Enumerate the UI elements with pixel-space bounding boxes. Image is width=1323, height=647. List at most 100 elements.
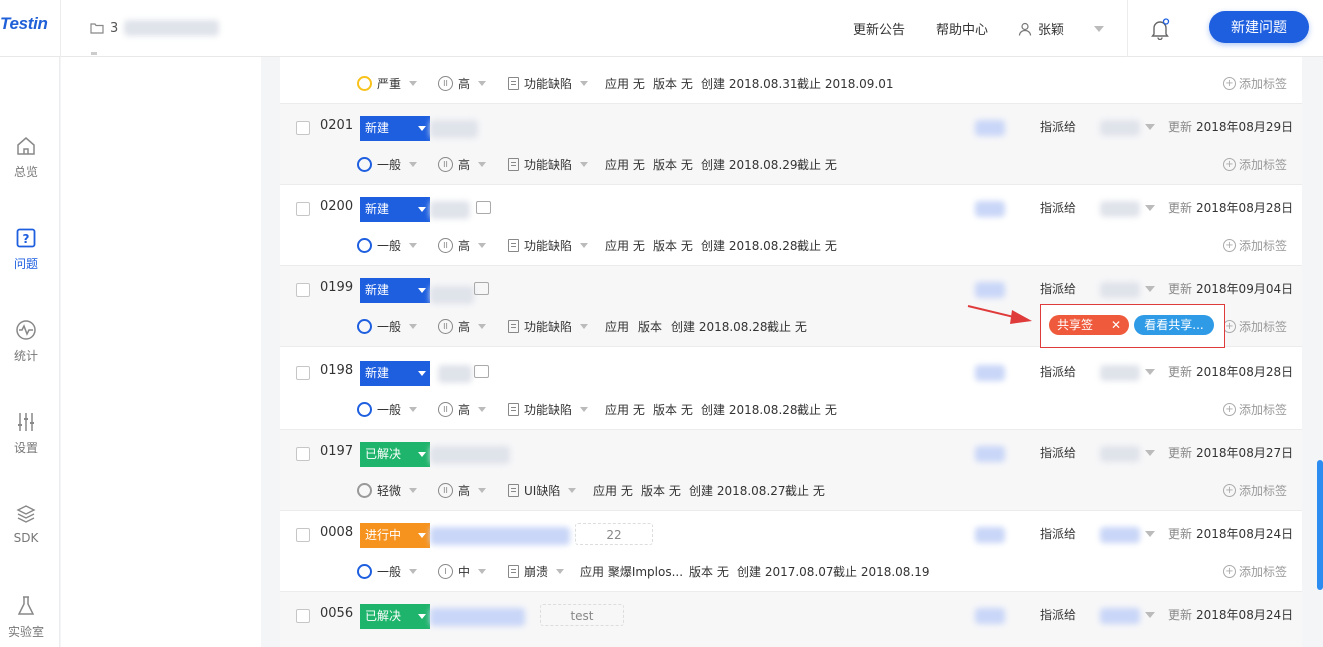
severity-dropdown[interactable]: 一般 (357, 237, 418, 254)
nav-label: 设置 (13, 441, 38, 455)
image-attachment-icon[interactable] (476, 201, 491, 214)
scrollbar[interactable] (1317, 460, 1323, 590)
status-dropdown[interactable]: 已解决 (360, 442, 430, 467)
add-tag-button[interactable]: + 添加标签 (1223, 563, 1287, 580)
reporter-redacted (975, 608, 1005, 624)
row-checkbox[interactable] (296, 528, 310, 542)
issue-title-redacted[interactable] (438, 365, 472, 383)
issue-title-redacted[interactable] (430, 608, 525, 626)
assignee-redacted[interactable] (1100, 446, 1140, 462)
severity-circle-icon (357, 238, 372, 253)
add-tag-button[interactable]: + 添加标签 (1223, 75, 1287, 92)
assignee-redacted[interactable] (1100, 120, 1140, 136)
close-icon[interactable]: ✕ (1111, 315, 1121, 335)
view-shared-tag[interactable]: 看看共享... (1134, 315, 1214, 335)
category-dropdown[interactable]: 功能缺陷 (508, 318, 589, 335)
assignee-redacted[interactable] (1100, 527, 1140, 543)
chevron-down-icon[interactable] (1145, 531, 1155, 537)
add-tag-button[interactable]: + 添加标签 (1223, 156, 1287, 173)
status-dropdown[interactable]: 新建 (360, 361, 430, 386)
severity-dropdown[interactable]: 一般 (357, 318, 418, 335)
status-dropdown[interactable]: 进行中 (360, 523, 430, 548)
issue-title-redacted[interactable] (430, 120, 478, 138)
add-tag-button[interactable]: + 添加标签 (1223, 401, 1287, 418)
row-checkbox[interactable] (296, 447, 310, 461)
add-tag-button[interactable]: + 添加标签 (1223, 482, 1287, 499)
issue-row[interactable]: 0197 已解决 指派给 更新 2018年08月27日 轻微 II 高 UI缺陷 应… (280, 430, 1302, 511)
priority-dropdown[interactable]: I中 (438, 563, 487, 580)
nav-item-sdk[interactable]: SDK (0, 503, 52, 545)
priority-dropdown[interactable]: II 高 (438, 482, 487, 499)
add-tag-button[interactable]: + 添加标签 (1223, 237, 1287, 254)
chevron-down-icon[interactable] (1145, 612, 1155, 618)
assign-label: 指派给 (1040, 446, 1077, 460)
document-icon (508, 239, 519, 252)
category-dropdown[interactable]: 功能缺陷 (508, 75, 589, 92)
issue-row[interactable]: 0008 进行中 22 指派给 更新 2018年08月24日 一般 I中 崩溃 应… (280, 511, 1302, 592)
chevron-down-icon[interactable] (1145, 450, 1155, 456)
issue-row[interactable]: 0198 新建 指派给 更新 2018年08月28日 一般 II 高 功能缺陷 应用… (280, 349, 1302, 430)
project-selector[interactable]: 3 (90, 20, 220, 36)
priority-dropdown[interactable]: II 高 (438, 156, 487, 173)
status-dropdown[interactable]: 新建 (360, 116, 430, 141)
status-dropdown[interactable]: 新建 (360, 278, 430, 303)
chevron-down-icon[interactable] (1145, 369, 1155, 375)
issue-row[interactable]: 严重 II 高 功能缺陷 应用 无 版本 无 创建 2018.08.31 截止 2… (280, 57, 1302, 104)
severity-dropdown[interactable]: 一般 (357, 156, 418, 173)
plus-icon: + (1223, 158, 1236, 171)
user-menu[interactable]: 张颖 (1018, 19, 1105, 38)
priority-dropdown[interactable]: II 高 (438, 75, 487, 92)
priority-dropdown[interactable]: II 高 (438, 237, 487, 254)
row-checkbox[interactable] (296, 366, 310, 380)
severity-dropdown[interactable]: 轻微 (357, 482, 418, 499)
bell-icon[interactable] (1150, 18, 1170, 40)
row-checkbox[interactable] (296, 121, 310, 135)
nav-item-settings[interactable]: 设置 (0, 411, 52, 456)
chevron-down-icon[interactable] (1145, 286, 1155, 292)
chevron-down-icon[interactable] (1145, 205, 1155, 211)
category-dropdown[interactable]: 崩溃 (508, 563, 565, 580)
issue-title-redacted[interactable] (430, 201, 470, 219)
category-dropdown[interactable]: 功能缺陷 (508, 237, 589, 254)
severity-dropdown[interactable]: 一般 (357, 563, 418, 580)
help-center-link[interactable]: 帮助中心 (936, 19, 988, 38)
assignee-redacted[interactable] (1100, 608, 1140, 624)
new-issue-button[interactable]: 新建问题 (1209, 11, 1309, 43)
issue-row[interactable]: 0056 已解决 test 指派给 更新 2018年08月24日 (280, 592, 1302, 647)
priority-dropdown[interactable]: II 高 (438, 401, 487, 418)
issue-title-redacted[interactable] (430, 527, 570, 545)
assignee-redacted[interactable] (1100, 282, 1140, 298)
priority-dropdown[interactable]: II 高 (438, 318, 487, 335)
testin-logo[interactable]: Testin (0, 14, 48, 34)
row-checkbox[interactable] (296, 609, 310, 623)
add-tag-button[interactable]: + 添加标签 (1223, 318, 1287, 335)
image-attachment-icon[interactable] (474, 282, 489, 295)
image-attachment-icon[interactable] (474, 365, 489, 378)
row-checkbox[interactable] (296, 283, 310, 297)
shared-tag[interactable]: 共享签 ✕ (1049, 315, 1129, 335)
category-dropdown[interactable]: UI缺陷 (508, 482, 577, 499)
nav-item-overview[interactable]: 总览 (0, 135, 52, 180)
issue-title-redacted[interactable] (430, 446, 510, 464)
status-dropdown[interactable]: 新建 (360, 197, 430, 222)
severity-dropdown[interactable]: 一般 (357, 401, 418, 418)
nav-item-issues[interactable]: ? 问题 (0, 227, 52, 272)
assignee-redacted[interactable] (1100, 201, 1140, 217)
assignee-redacted[interactable] (1100, 365, 1140, 381)
row-checkbox[interactable] (296, 202, 310, 216)
issue-row[interactable]: 0201 新建 指派给 更新 2018年08月29日 一般 II 高 功能缺陷 应用… (280, 104, 1302, 185)
announcements-link[interactable]: 更新公告 (853, 19, 905, 38)
issue-row[interactable]: 0200 新建 指派给 更新 2018年08月28日 一般 II 高 功能缺陷 应用… (280, 185, 1302, 266)
issue-title-redacted[interactable] (430, 286, 474, 304)
category-dropdown[interactable]: 功能缺陷 (508, 401, 589, 418)
assign-label: 指派给 (1040, 365, 1077, 379)
category-label: 功能缺陷 (524, 320, 573, 334)
category-dropdown[interactable]: 功能缺陷 (508, 156, 589, 173)
severity-dropdown[interactable]: 严重 (357, 75, 418, 92)
severity-label: 一般 (377, 565, 402, 579)
assign-label: 指派给 (1040, 282, 1077, 296)
nav-item-stats[interactable]: 统计 (0, 319, 52, 364)
status-dropdown[interactable]: 已解决 (360, 604, 430, 629)
chevron-down-icon[interactable] (1145, 124, 1155, 130)
nav-item-lab[interactable]: 实验室 (0, 595, 52, 640)
